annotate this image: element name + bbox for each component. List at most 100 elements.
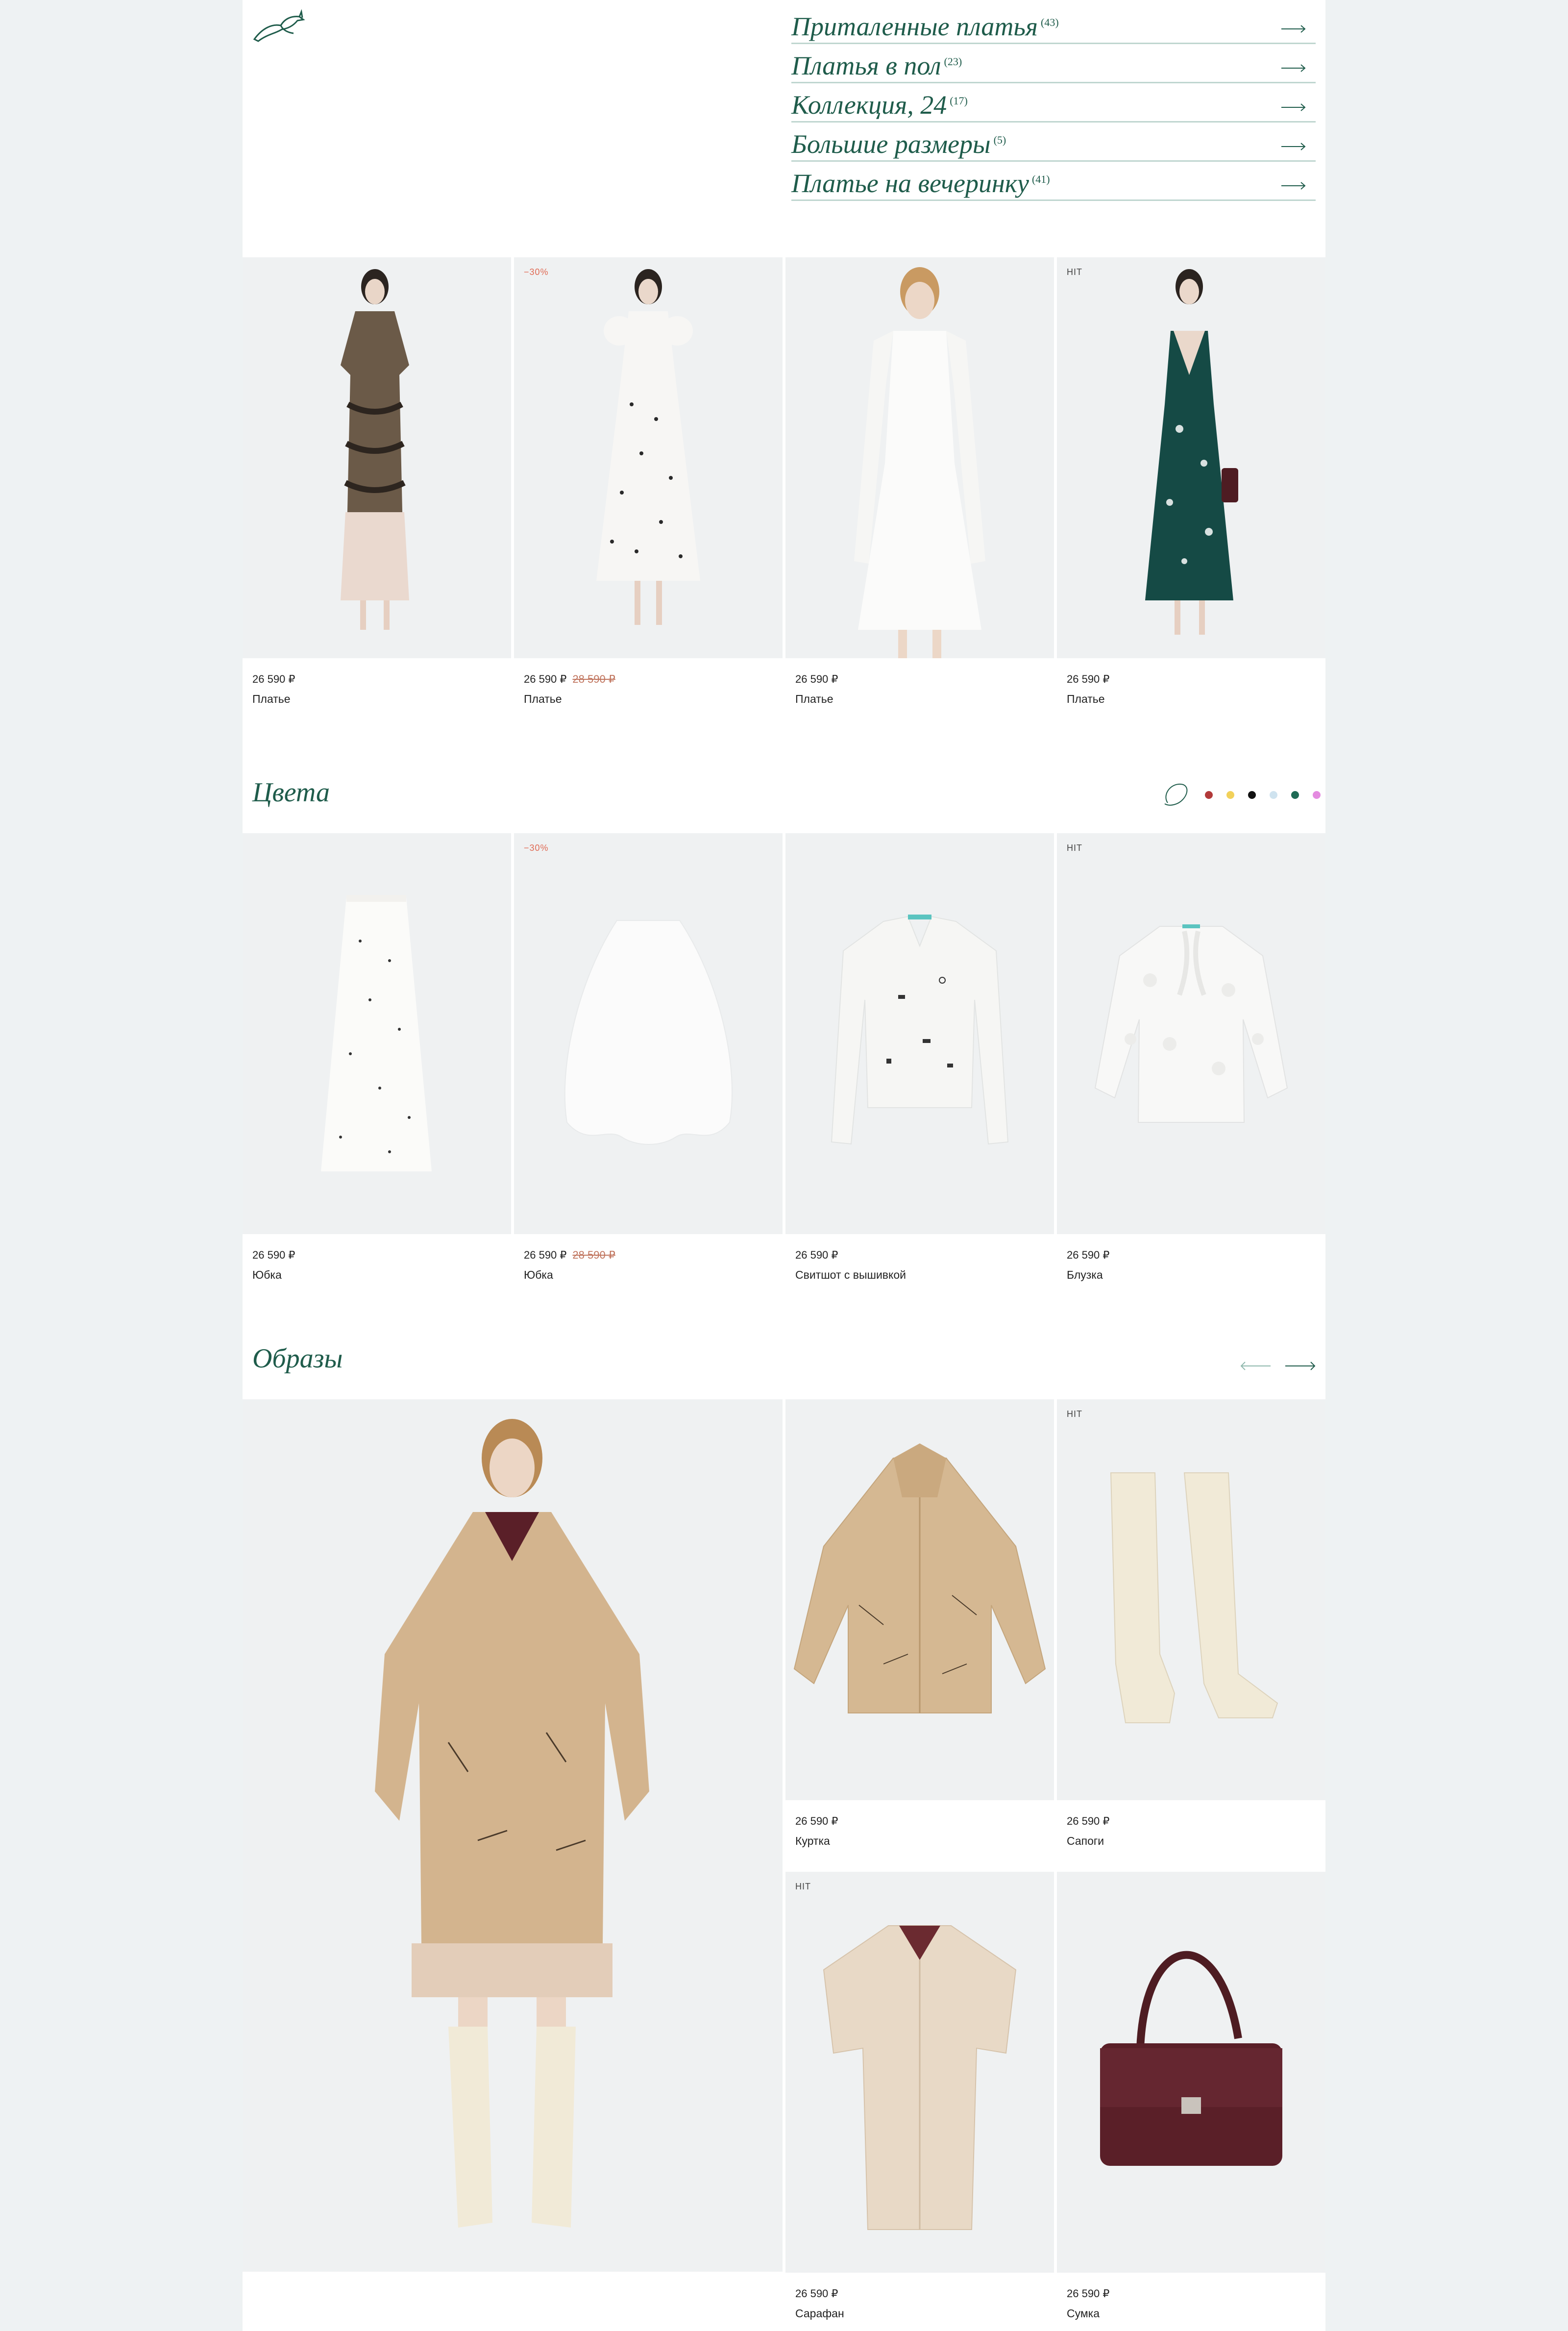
- product-image[interactable]: HIT: [1057, 833, 1325, 1234]
- color-swatch-yellow[interactable]: [1226, 791, 1234, 799]
- product-name: Юбка: [252, 1268, 282, 1281]
- product-card[interactable]: 26 590 ₽ Юбка: [243, 833, 511, 1282]
- bag-burgundy-image: [1100, 1951, 1282, 2166]
- category-count: (5): [993, 134, 1006, 146]
- category-count: (17): [950, 95, 968, 107]
- color-swatch-pink[interactable]: [1313, 791, 1321, 799]
- product-image[interactable]: [243, 257, 511, 658]
- product-card[interactable]: 26 590 ₽ Свитшот с вышивкой: [785, 833, 1054, 1282]
- category-title: Приталенные платья: [791, 12, 1038, 41]
- product-image[interactable]: HIT: [1057, 1399, 1325, 1800]
- product-price: 26 590 ₽: [1067, 1249, 1110, 1261]
- discount-badge: −30%: [524, 843, 549, 853]
- category-link-2[interactable]: Коллекция, 24 (17): [791, 83, 1316, 123]
- product-old-price: 28 590 ₽: [572, 1249, 615, 1261]
- blouse-white-image: [1094, 924, 1288, 1123]
- color-selector-ring-icon[interactable]: [1162, 781, 1191, 809]
- arrow-right-icon: [1281, 182, 1306, 190]
- category-link-0[interactable]: Приталенные платья (43): [791, 5, 1316, 44]
- product-name: Юбка: [524, 1268, 553, 1281]
- product-image[interactable]: [243, 833, 511, 1234]
- arrow-right-icon: [1281, 143, 1306, 150]
- product-price: 26 590 ₽: [252, 673, 295, 685]
- product-image[interactable]: [785, 833, 1054, 1234]
- product-old-price: 28 590 ₽: [572, 673, 615, 685]
- model-in-beige-parka-image: [375, 1419, 649, 2228]
- product-name: Свитшот с вышивкой: [795, 1268, 906, 1281]
- product-name: Сарафан: [795, 2307, 844, 2320]
- product-name: Сапоги: [1067, 1835, 1104, 1847]
- product-image[interactable]: −30%: [514, 257, 783, 658]
- product-image[interactable]: [785, 1399, 1054, 1800]
- product-card[interactable]: HIT 26 590 ₽ Блузка: [1057, 833, 1325, 1282]
- color-swatch-green[interactable]: [1291, 791, 1299, 799]
- skirt-pleated-dots-image: [321, 895, 432, 1171]
- carousel-arrows: [1240, 1362, 1316, 1370]
- product-price: 26 590 ₽: [524, 1249, 567, 1261]
- product-price: 26 590 ₽: [1067, 673, 1110, 685]
- product-card[interactable]: HIT 26 590 ₽ Сарафан: [785, 1872, 1054, 2320]
- hit-badge: HIT: [1067, 267, 1082, 277]
- product-name: Куртка: [795, 1835, 830, 1847]
- product-image[interactable]: −30%: [514, 833, 783, 1234]
- category-link-4[interactable]: Платье на вечеринку (41): [791, 162, 1316, 201]
- category-title: Большие размеры: [791, 129, 991, 159]
- category-link-1[interactable]: Платья в пол (23): [791, 44, 1316, 83]
- colors-section-title: Цвета: [252, 777, 330, 808]
- category-title: Платья в пол: [791, 51, 941, 80]
- hit-badge: HIT: [1067, 843, 1082, 853]
- boots-cream-image: [1110, 1472, 1278, 1723]
- product-name: Платье: [524, 693, 562, 705]
- product-name: Платье: [795, 693, 833, 705]
- look-hero-card[interactable]: [243, 1399, 783, 2272]
- product-image[interactable]: HIT: [1057, 257, 1325, 658]
- arrow-right-icon: [1281, 103, 1306, 111]
- brand-logo-icon[interactable]: [252, 9, 305, 43]
- product-price: 26 590 ₽: [795, 673, 838, 685]
- product-card[interactable]: 26 590 ₽ Куртка: [785, 1399, 1054, 1848]
- product-card[interactable]: 26 590 ₽ Платье: [785, 257, 1054, 706]
- category-list: Приталенные платья (43) Платья в пол (23) …: [791, 5, 1316, 201]
- dress-white-dots-image: [596, 269, 700, 625]
- product-card[interactable]: HIT 26 590 ₽ Сапоги: [1057, 1399, 1325, 1848]
- category-title: Коллекция, 24: [791, 90, 947, 120]
- parka-beige-image: [793, 1443, 1046, 1713]
- product-card[interactable]: 26 590 ₽ Сумка: [1057, 1872, 1325, 2320]
- color-swatch-black[interactable]: [1248, 791, 1256, 799]
- arrow-left-icon[interactable]: [1240, 1362, 1271, 1370]
- product-card[interactable]: 26 590 ₽ Платье: [243, 257, 511, 706]
- product-image[interactable]: [785, 257, 1054, 658]
- dress-green-floral-image: [1145, 269, 1238, 635]
- product-price: 26 590 ₽: [795, 2287, 838, 2300]
- category-link-3[interactable]: Большие размеры (5): [791, 123, 1316, 162]
- product-card[interactable]: −30% 26 590 ₽ 28 590 ₽ Платье: [514, 257, 783, 706]
- category-count: (43): [1041, 16, 1059, 28]
- color-swatch-light-blue[interactable]: [1270, 791, 1277, 799]
- color-swatch-red[interactable]: [1205, 791, 1213, 799]
- skirt-balloon-white-image: [564, 920, 733, 1145]
- product-image[interactable]: HIT: [785, 1872, 1054, 2273]
- look-hero-image[interactable]: [243, 1399, 783, 2272]
- product-image[interactable]: [1057, 1872, 1325, 2273]
- product-name: Платье: [1067, 693, 1105, 705]
- arrow-right-icon[interactable]: [1285, 1362, 1316, 1370]
- shirt-dress-beige-image: [823, 1925, 1017, 2230]
- product-price: 26 590 ₽: [524, 673, 567, 685]
- category-title: Платье на вечеринку: [791, 169, 1029, 198]
- looks-section-title: Образы: [252, 1343, 343, 1374]
- product-name: Блузка: [1067, 1268, 1103, 1281]
- product-name: Платье: [252, 693, 291, 705]
- hit-badge: HIT: [1067, 1409, 1082, 1419]
- dress-leopard-image: [341, 269, 409, 630]
- product-price: 26 590 ₽: [252, 1249, 295, 1261]
- dress-white-knit-image: [854, 267, 985, 658]
- product-card[interactable]: −30% 26 590 ₽ 28 590 ₽ Юбка: [514, 833, 783, 1282]
- category-count: (41): [1031, 173, 1050, 185]
- arrow-right-icon: [1281, 25, 1306, 33]
- discount-badge: −30%: [524, 267, 549, 277]
- product-price: 26 590 ₽: [1067, 2287, 1110, 2300]
- product-card[interactable]: HIT 26 590 ₽ Платье: [1057, 257, 1325, 706]
- hit-badge: HIT: [795, 1882, 811, 1891]
- color-swatches: [1162, 781, 1321, 809]
- product-price: 26 590 ₽: [795, 1815, 838, 1827]
